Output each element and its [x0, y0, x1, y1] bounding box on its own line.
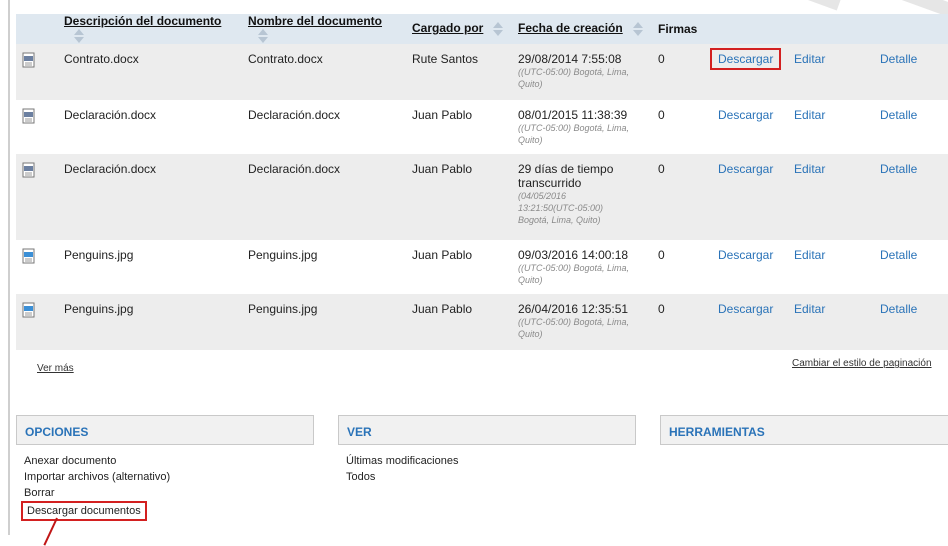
download-link[interactable]: Descargar	[718, 108, 773, 122]
decorative-shape	[799, 0, 841, 11]
column-header-actions	[712, 14, 788, 44]
column-header-creation-date[interactable]: Fecha de creación	[512, 14, 652, 44]
doc-name: Penguins.jpg	[242, 240, 406, 294]
sort-arrows-icon[interactable]	[74, 28, 84, 44]
option-delete[interactable]: Borrar	[24, 485, 170, 501]
edit-link[interactable]: Editar	[794, 162, 825, 176]
doc-signatures: 0	[652, 100, 712, 154]
detail-link[interactable]: Detalle	[880, 248, 917, 262]
table-row: Penguins.jpg Penguins.jpg Juan Pablo 09/…	[16, 240, 948, 294]
doc-uploader: Rute Santos	[406, 44, 512, 100]
image-doc-icon	[22, 302, 36, 318]
download-highlight: Descargar	[710, 48, 782, 70]
panel-opciones-list: Anexar documento Importar archivos (alte…	[21, 453, 170, 521]
doc-signatures: 0	[652, 44, 712, 100]
detail-link[interactable]: Detalle	[880, 302, 917, 316]
column-header-signatures: Firmas	[652, 14, 712, 44]
panel-ver-list: Últimas modificaciones Todos	[346, 453, 458, 485]
doc-name: Declaración.docx	[242, 100, 406, 154]
doc-signatures: 0	[652, 154, 712, 240]
doc-description: Contrato.docx	[58, 44, 242, 100]
edit-link[interactable]: Editar	[794, 108, 825, 122]
doc-name: Contrato.docx	[242, 44, 406, 100]
sort-arrows-icon[interactable]	[632, 21, 643, 37]
download-link[interactable]: Descargar	[718, 302, 773, 316]
download-link[interactable]: Descargar	[718, 52, 773, 66]
doc-uploader: Juan Pablo	[406, 294, 512, 350]
sort-arrows-icon[interactable]	[493, 21, 504, 37]
doc-date: 29/08/2014 7:55:08 ((UTC-05:00) Bogotá, L…	[512, 44, 652, 100]
left-edge	[0, 0, 10, 535]
option-attach-document[interactable]: Anexar documento	[24, 453, 170, 469]
doc-signatures: 0	[652, 294, 712, 350]
doc-uploader: Juan Pablo	[406, 100, 512, 154]
doc-date: 26/04/2016 12:35:51 ((UTC-05:00) Bogotá, …	[512, 294, 652, 350]
doc-date: 08/01/2015 11:38:39 ((UTC-05:00) Bogotá, …	[512, 100, 652, 154]
sort-arrows-icon[interactable]	[258, 28, 268, 44]
documents-table: Descripción del documento Nombre del doc…	[16, 14, 948, 350]
image-doc-icon	[22, 248, 36, 264]
doc-uploader: Juan Pablo	[406, 240, 512, 294]
word-doc-icon	[22, 108, 36, 124]
detail-link[interactable]: Detalle	[880, 162, 917, 176]
doc-name: Declaración.docx	[242, 154, 406, 240]
column-header-description[interactable]: Descripción del documento	[58, 14, 242, 44]
doc-description: Declaración.docx	[58, 100, 242, 154]
edit-link[interactable]: Editar	[794, 52, 825, 66]
view-latest-changes[interactable]: Últimas modificaciones	[346, 453, 458, 469]
download-link[interactable]: Descargar	[718, 162, 773, 176]
panel-opciones-header: OPCIONES	[16, 415, 314, 445]
option-import-files[interactable]: Importar archivos (alternativo)	[24, 469, 170, 485]
annotation-pointer	[43, 517, 58, 546]
column-header-actions	[788, 14, 874, 44]
doc-date: 29 días de tiempo transcurrido (04/05/201…	[512, 154, 652, 240]
word-doc-icon	[22, 52, 36, 68]
doc-description: Penguins.jpg	[58, 240, 242, 294]
edit-link[interactable]: Editar	[794, 302, 825, 316]
column-header-actions	[874, 14, 948, 44]
change-pagination-link[interactable]: Cambiar el estilo de paginación	[792, 358, 932, 369]
doc-uploader: Juan Pablo	[406, 154, 512, 240]
doc-description: Penguins.jpg	[58, 294, 242, 350]
table-row: Contrato.docx Contrato.docx Rute Santos …	[16, 44, 948, 100]
edit-link[interactable]: Editar	[794, 248, 825, 262]
doc-name: Penguins.jpg	[242, 294, 406, 350]
doc-description: Declaración.docx	[58, 154, 242, 240]
column-header-name[interactable]: Nombre del documento	[242, 14, 406, 44]
option-download-documents[interactable]: Descargar documentos	[21, 501, 147, 521]
column-header-uploaded-by[interactable]: Cargado por	[406, 14, 512, 44]
table-row: Penguins.jpg Penguins.jpg Juan Pablo 26/…	[16, 294, 948, 350]
panel-ver-header: VER	[338, 415, 636, 445]
panel-herramientas-header: HERRAMIENTAS	[660, 415, 948, 445]
doc-signatures: 0	[652, 240, 712, 294]
view-all[interactable]: Todos	[346, 469, 458, 485]
doc-date: 09/03/2016 14:00:18 ((UTC-05:00) Bogotá, …	[512, 240, 652, 294]
icon-column-header	[16, 14, 58, 44]
detail-link[interactable]: Detalle	[880, 108, 917, 122]
table-row: Declaración.docx Declaración.docx Juan P…	[16, 154, 948, 240]
see-more-link[interactable]: Ver más	[37, 363, 74, 374]
table-header-row: Descripción del documento Nombre del doc…	[16, 14, 948, 44]
download-link[interactable]: Descargar	[718, 248, 773, 262]
detail-link[interactable]: Detalle	[880, 52, 917, 66]
word-doc-icon	[22, 162, 36, 178]
table-row: Declaración.docx Declaración.docx Juan P…	[16, 100, 948, 154]
